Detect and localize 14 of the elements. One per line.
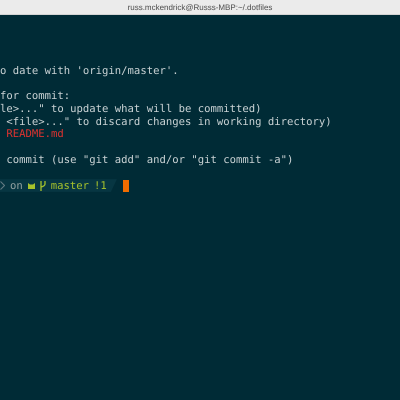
git-status: !1 bbox=[94, 180, 107, 192]
window-title: russ.mckendrick@Russs-MBP:~/.dotfiles bbox=[128, 2, 272, 12]
prompt-text: on bbox=[10, 180, 23, 192]
branch-name: master bbox=[50, 180, 90, 192]
chevron-icon bbox=[0, 181, 5, 190]
output-line: le>..." to update what will be committed) bbox=[0, 103, 262, 116]
modified-file: README.md bbox=[5, 128, 64, 142]
output-line: o date with 'origin/master'. bbox=[0, 65, 179, 78]
cursor bbox=[122, 180, 129, 192]
output-line: commit (use "git add" and/or "git commit -a") bbox=[5, 154, 294, 166]
branch-icon bbox=[40, 180, 46, 191]
output-line: for commit: bbox=[0, 90, 70, 104]
output-line: <file>..." to discard changes in working directory) bbox=[5, 116, 332, 128]
cat-icon bbox=[28, 182, 35, 189]
